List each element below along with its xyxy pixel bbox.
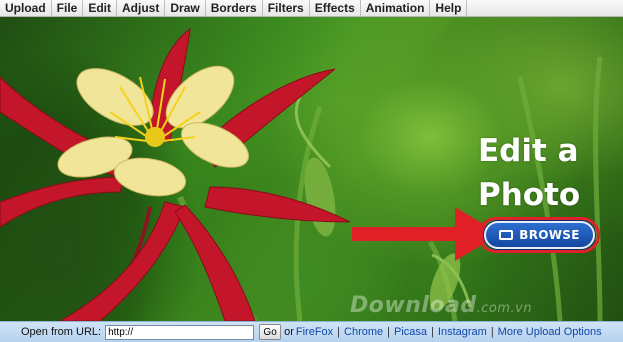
menu-bar: Upload File Edit Adjust Draw Borders Fil… xyxy=(0,0,623,17)
menu-adjust[interactable]: Adjust xyxy=(117,0,166,16)
watermark-text: Download xyxy=(350,293,477,318)
link-picasa[interactable]: Picasa xyxy=(394,326,427,338)
link-firefox[interactable]: FireFox xyxy=(296,326,333,338)
menu-help[interactable]: Help xyxy=(430,0,468,16)
url-label: Open from URL: xyxy=(21,326,102,338)
menu-filters[interactable]: Filters xyxy=(263,0,310,16)
hero-title: Edit a Photo xyxy=(478,129,618,217)
hero-title-line2: Photo xyxy=(478,177,581,213)
folder-icon xyxy=(499,230,514,240)
separator: | xyxy=(431,326,434,338)
menu-effects[interactable]: Effects xyxy=(310,0,361,16)
menu-borders[interactable]: Borders xyxy=(206,0,263,16)
watermark-suffix: .com.vn xyxy=(476,301,533,316)
or-text: or xyxy=(284,326,294,338)
open-url-bar: Open from URL: Go or FireFox | Chrome | … xyxy=(0,321,623,342)
browse-label: BROWSE xyxy=(519,228,580,242)
menu-draw[interactable]: Draw xyxy=(165,0,206,16)
separator: | xyxy=(337,326,341,338)
separator: | xyxy=(490,326,494,338)
menu-edit[interactable]: Edit xyxy=(83,0,118,16)
link-instagram[interactable]: Instagram xyxy=(438,326,487,338)
hero-title-line1: Edit a xyxy=(478,133,579,169)
go-button[interactable]: Go xyxy=(259,324,282,340)
photo-canvas: Edit a Photo BROWSE Download.com.vn xyxy=(0,17,623,321)
separator: | xyxy=(387,326,390,338)
browse-button[interactable]: BROWSE xyxy=(484,221,595,249)
menu-upload[interactable]: Upload xyxy=(0,0,52,16)
url-input[interactable] xyxy=(105,324,255,340)
watermark: Download.com.vn xyxy=(350,293,620,318)
link-more-upload-options[interactable]: More Upload Options xyxy=(498,326,602,338)
menu-file[interactable]: File xyxy=(52,0,84,16)
menu-animation[interactable]: Animation xyxy=(361,0,431,16)
link-chrome[interactable]: Chrome xyxy=(344,326,383,338)
